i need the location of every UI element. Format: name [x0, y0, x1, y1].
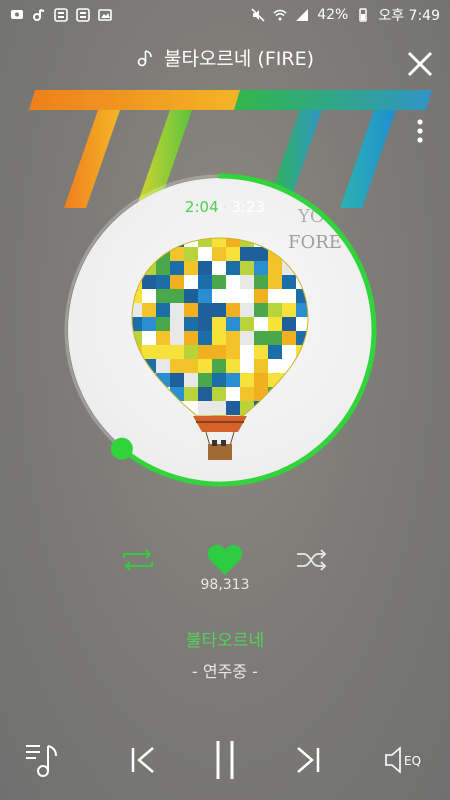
- progress-ring[interactable]: [60, 170, 380, 490]
- close-button[interactable]: [404, 48, 436, 80]
- pause-button[interactable]: [210, 738, 240, 782]
- current-time: 2:04: [184, 198, 219, 216]
- battery-percent: 42%: [317, 7, 349, 23]
- status-time: 오후 7:49: [378, 8, 440, 24]
- status-left: [10, 8, 112, 22]
- playlist-icon: [26, 745, 57, 777]
- heart-icon: [207, 545, 243, 575]
- previous-button[interactable]: [127, 744, 159, 776]
- play-status: - 연주중 -: [192, 662, 258, 681]
- total-time: 3:23: [231, 198, 266, 216]
- status-bar: 42% 오후 7:49: [0, 0, 450, 30]
- progress-knob[interactable]: [110, 437, 133, 460]
- message-icon: [11, 10, 23, 19]
- album-art-container[interactable]: YO FORE: [60, 170, 380, 490]
- header-title: 불타오르네 (FIRE): [0, 44, 450, 71]
- image-icon: [98, 9, 112, 21]
- previous-icon: [131, 747, 154, 773]
- mute-icon: [251, 8, 265, 22]
- time-display: 2:04 · 3:23: [0, 198, 450, 216]
- shuffle-icon: [297, 549, 327, 571]
- repeat-button[interactable]: [120, 546, 156, 574]
- equalizer-button[interactable]: EQ: [384, 744, 430, 776]
- app-badge-icon: [54, 8, 68, 22]
- music-note-icon: [33, 9, 45, 21]
- next-button[interactable]: [292, 744, 324, 776]
- tt-bar-1: [29, 90, 252, 110]
- speaker-icon: [385, 746, 401, 774]
- like-count: 98,313: [200, 577, 250, 593]
- tt-bar-2: [234, 90, 432, 110]
- like-button[interactable]: [206, 543, 244, 577]
- app-badge-icon: [76, 8, 90, 22]
- eq-label: EQ: [404, 754, 421, 768]
- time-separator: ·: [222, 198, 228, 216]
- status-right: 42% 오후 7:49: [251, 5, 440, 25]
- repeat-icon: [123, 549, 153, 571]
- music-note-icon: [137, 49, 152, 66]
- song-header-title: 불타오르네 (FIRE): [163, 48, 314, 70]
- battery-icon: [359, 8, 368, 22]
- playlist-button[interactable]: [24, 740, 64, 780]
- shuffle-button[interactable]: [294, 546, 330, 574]
- next-icon: [297, 747, 320, 773]
- progress-arc: [119, 173, 377, 487]
- song-title: 불타오르네: [185, 631, 265, 651]
- signal-icon: [296, 9, 309, 21]
- wifi-icon: [273, 9, 287, 21]
- pause-icon: [216, 741, 234, 779]
